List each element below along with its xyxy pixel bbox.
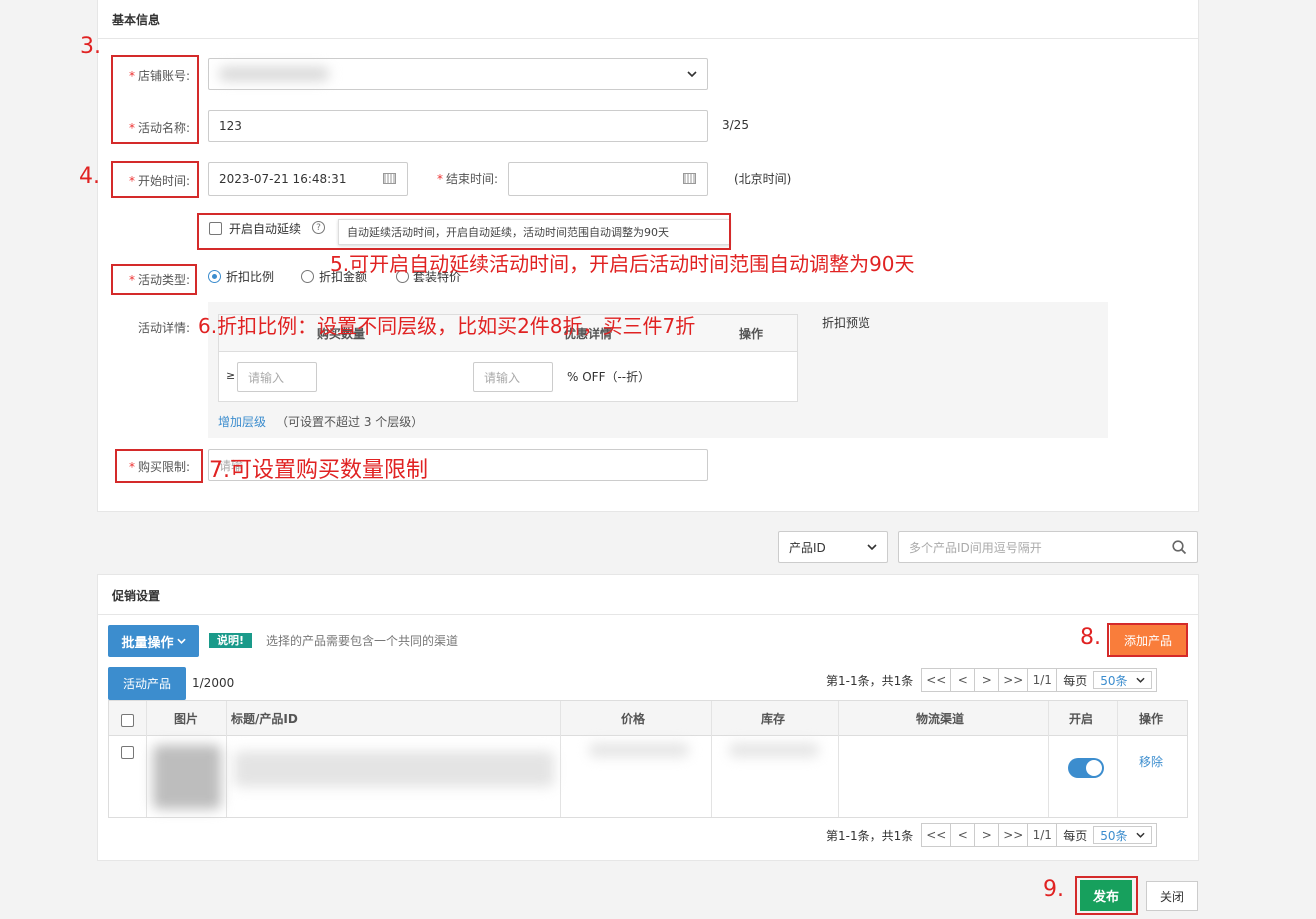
- chevron-down-icon: [687, 71, 697, 77]
- promo-title: 促销设置: [112, 589, 161, 603]
- tab-active-products[interactable]: 活动产品: [108, 667, 186, 700]
- type-radio-ratio[interactable]: [208, 270, 221, 283]
- page-next-button[interactable]: >: [974, 668, 1000, 692]
- qty-input[interactable]: 请输入: [237, 362, 317, 392]
- page-info: 1/1: [1027, 823, 1058, 847]
- chevron-down-icon: [867, 544, 877, 550]
- annotation-box-start-time: [111, 161, 199, 198]
- type-radio-amount[interactable]: [301, 270, 314, 283]
- col-price: 价格: [621, 711, 646, 726]
- product-image: [153, 745, 221, 809]
- basic-info-title: 基本信息: [112, 13, 161, 27]
- calendar-icon[interactable]: [683, 173, 696, 184]
- preview-label[interactable]: 折扣预览: [822, 314, 870, 331]
- note-badge: 说明!: [209, 633, 253, 648]
- annotation-box-publish: [1075, 876, 1138, 915]
- start-time-input[interactable]: 2023-07-21 16:48:31: [208, 162, 408, 196]
- col-image: 图片: [174, 711, 199, 726]
- col-title: 标题/产品ID: [231, 711, 298, 726]
- col-enabled: 开启: [1069, 711, 1094, 726]
- end-time-input[interactable]: [508, 162, 708, 196]
- annotation-step-7: 7.可设置购买数量限制: [209, 458, 428, 483]
- page-first-button[interactable]: <<: [921, 668, 952, 692]
- page-info: 1/1: [1027, 668, 1058, 692]
- end-time-label: * 结束时间:: [436, 172, 498, 186]
- store-value-blurred: [219, 67, 329, 81]
- product-price-blurred: [589, 743, 689, 757]
- activity-name-count: 3/25: [722, 118, 749, 132]
- add-tier-link[interactable]: 增加层级: [218, 413, 266, 430]
- annotation-step-5: 5.可开启自动延续活动时间，开启后活动时间范围自动调整为90天: [330, 252, 915, 276]
- page-prev-button[interactable]: <: [950, 668, 976, 692]
- add-tier-note: （可设置不超过 3 个层级）: [276, 415, 424, 429]
- product-stock-blurred: [729, 743, 819, 757]
- calendar-icon[interactable]: [383, 173, 396, 184]
- chevron-down-icon: [1135, 677, 1145, 683]
- search-input[interactable]: 多个产品ID间用逗号隔开: [898, 531, 1198, 563]
- product-count: 1/2000: [192, 676, 235, 690]
- pager-summary: 第1-1条，共1条: [826, 828, 914, 843]
- discount-input[interactable]: 请输入: [473, 362, 553, 392]
- col-action: 操作: [1139, 711, 1164, 726]
- remove-link[interactable]: 移除: [1139, 753, 1163, 770]
- per-page-select[interactable]: 50条: [1093, 671, 1152, 689]
- pager-summary: 第1-1条，共1条: [826, 673, 914, 688]
- annotation-step-9: 9.: [1043, 877, 1064, 902]
- search-icon[interactable]: [1172, 539, 1187, 555]
- page-first-button[interactable]: <<: [921, 823, 952, 847]
- per-page-label: 每页: [1063, 828, 1088, 843]
- annotation-step-3: 3.: [80, 34, 101, 59]
- discount-suffix: % OFF（--折）: [567, 370, 651, 384]
- qty-prefix: ≥: [226, 369, 236, 382]
- activity-name-value: 123: [219, 119, 242, 133]
- chevron-down-icon: [1135, 832, 1145, 838]
- activity-detail-label: 活动详情:: [137, 321, 190, 335]
- chevron-down-icon: [176, 638, 186, 644]
- page-last-button[interactable]: >>: [998, 823, 1029, 847]
- store-select[interactable]: [208, 58, 708, 90]
- type-option-ratio[interactable]: 折扣比例: [226, 268, 274, 285]
- page-last-button[interactable]: >>: [998, 668, 1029, 692]
- page-next-button[interactable]: >: [974, 823, 1000, 847]
- activity-name-input[interactable]: 123: [208, 110, 708, 142]
- pager-top: 第1-1条，共1条 << < > >> 1/1 每页 50条: [826, 668, 1158, 692]
- annotation-box-store-name: [111, 55, 199, 144]
- col-shipping: 物流渠道: [916, 711, 965, 726]
- annotation-box-add-product: [1107, 623, 1188, 657]
- enable-toggle[interactable]: [1068, 758, 1104, 778]
- annotation-box-purchase-limit: [115, 449, 203, 483]
- col-stock: 库存: [761, 711, 786, 726]
- annotation-step-4: 4.: [79, 164, 100, 189]
- per-page-label: 每页: [1063, 673, 1088, 688]
- close-button[interactable]: 关闭: [1146, 881, 1198, 911]
- per-page-box: 每页 50条: [1056, 668, 1158, 692]
- annotation-box-activity-type: [111, 264, 197, 295]
- per-page-box: 每页 50条: [1056, 823, 1158, 847]
- per-page-select[interactable]: 50条: [1093, 826, 1152, 844]
- page-prev-button[interactable]: <: [950, 823, 976, 847]
- product-table: 图片 标题/产品ID 价格 库存 物流渠道 开启 操作 移除: [108, 700, 1188, 818]
- tier-header-action: 操作: [739, 326, 764, 341]
- annotation-step-8: 8.: [1080, 625, 1101, 650]
- select-all-checkbox[interactable]: [121, 714, 134, 727]
- note-text: 选择的产品需要包含一个共同的渠道: [266, 634, 459, 648]
- product-title-blurred: [234, 751, 554, 787]
- annotation-box-auto-extend: [197, 213, 731, 250]
- search-type-select[interactable]: 产品ID: [778, 531, 888, 563]
- start-time-value: 2023-07-21 16:48:31: [219, 172, 347, 186]
- row-checkbox[interactable]: [121, 746, 134, 759]
- pager-bottom: 第1-1条，共1条 << < > >> 1/1 每页 50条: [826, 823, 1158, 847]
- annotation-step-6: 6.折扣比例：设置不同层级，比如买2件8折，买三件7折: [198, 314, 696, 338]
- timezone-label: (北京时间): [734, 172, 792, 186]
- batch-operation-button[interactable]: 批量操作: [108, 625, 199, 657]
